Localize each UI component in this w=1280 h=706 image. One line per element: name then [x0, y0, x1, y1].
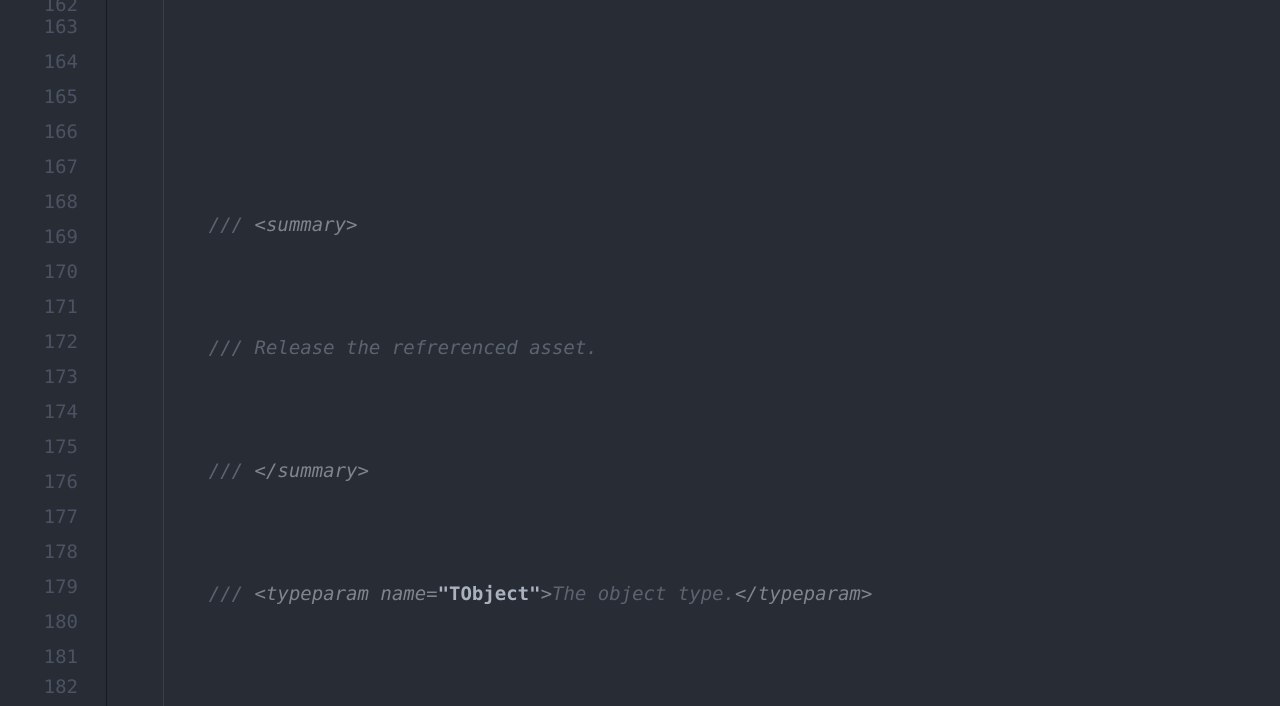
- line-number: 178: [0, 535, 78, 570]
- code-line[interactable]: /// Release the refrerenced asset.: [163, 331, 1280, 366]
- line-number: 164: [0, 45, 78, 80]
- line-number: 180: [0, 605, 78, 640]
- line-number: 168: [0, 185, 78, 220]
- fold-strip: [96, 0, 106, 706]
- code-area[interactable]: /// <summary> /// Release the refrerence…: [107, 0, 1280, 706]
- line-number: 166: [0, 115, 78, 150]
- line-number: 173: [0, 360, 78, 395]
- code-line[interactable]: [163, 110, 1280, 120]
- line-number: 175: [0, 430, 78, 465]
- line-number: 162: [0, 0, 78, 10]
- line-number: 182: [0, 675, 78, 685]
- line-number: 181: [0, 640, 78, 675]
- indent-guide: [163, 0, 164, 706]
- line-number: 172: [0, 325, 78, 360]
- line-number: 163: [0, 10, 78, 45]
- code-line[interactable]: /// <summary>: [163, 208, 1280, 243]
- line-number: 177: [0, 500, 78, 535]
- line-number: 169: [0, 220, 78, 255]
- code-editor: 1621631641651661671681691701711721731741…: [0, 0, 1280, 706]
- line-number: 171: [0, 290, 78, 325]
- line-number: 170: [0, 255, 78, 290]
- code-line[interactable]: /// <typeparam name="TObject">The object…: [163, 577, 1280, 612]
- code-line[interactable]: /// <param name="obj">The object to rele…: [163, 700, 1280, 706]
- line-number-gutter: 1621631641651661671681691701711721731741…: [0, 0, 96, 706]
- line-number: 174: [0, 395, 78, 430]
- line-number: 176: [0, 465, 78, 500]
- line-number: 167: [0, 150, 78, 185]
- code-line[interactable]: /// </summary>: [163, 454, 1280, 489]
- line-number: 165: [0, 80, 78, 115]
- line-number: 179: [0, 570, 78, 605]
